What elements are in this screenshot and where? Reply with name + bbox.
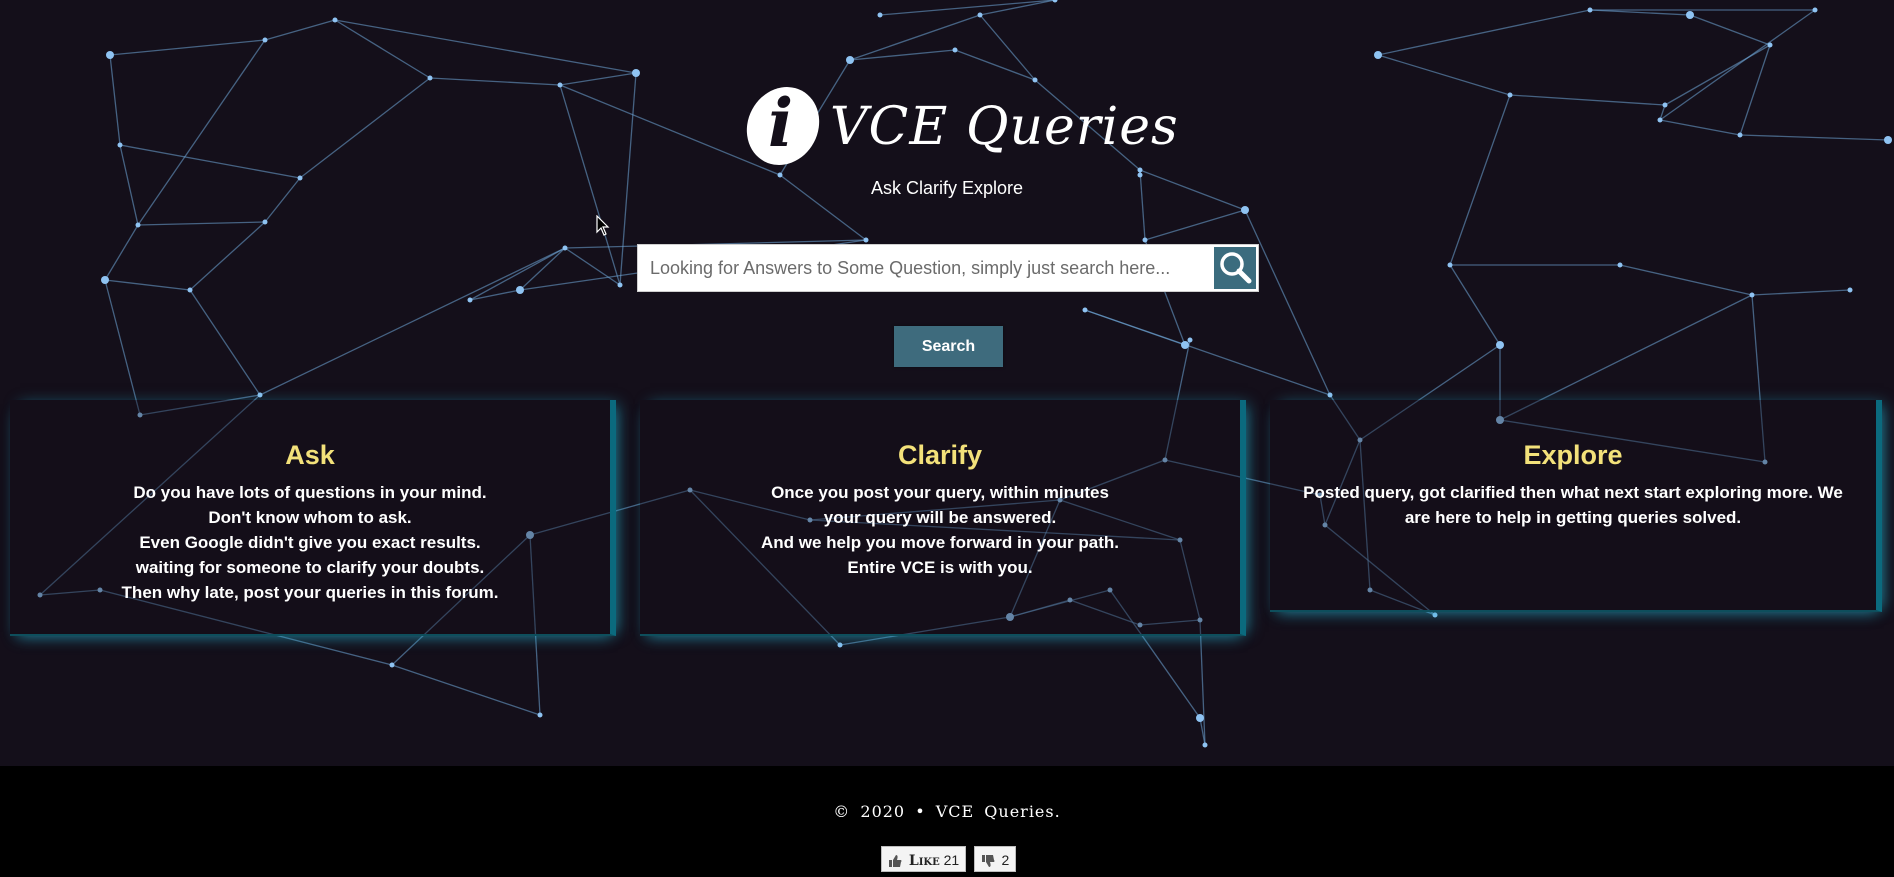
- card-line: Posted query, got clarified then what ne…: [1303, 483, 1843, 527]
- search-icon-button[interactable]: [1214, 247, 1256, 289]
- card-line: waiting for someone to clarify your doub…: [135, 558, 485, 577]
- search-button[interactable]: Search: [894, 326, 1003, 367]
- mouse-cursor-icon: [596, 215, 610, 236]
- card-clarify: Clarify Once you post your query, within…: [640, 400, 1246, 636]
- card-line: Once you post your query, within minutes: [771, 483, 1109, 502]
- card-ask: Ask Do you have lots of questions in you…: [10, 400, 616, 636]
- dislike-button[interactable]: 2: [973, 846, 1017, 872]
- card-line: your query will be answered.: [823, 508, 1057, 527]
- card-explore: Explore Posted query, got clarified then…: [1270, 400, 1882, 612]
- site-title: VCE Queries: [830, 97, 1179, 157]
- thumbs-down-icon: [981, 855, 995, 868]
- card-line: Then why late, post your queries in this…: [121, 583, 499, 602]
- card-title: Clarify: [897, 440, 983, 470]
- like-count: 21: [943, 852, 960, 868]
- search-icon: [1220, 252, 1252, 284]
- search-bar: [637, 244, 1259, 292]
- footer: © 2020 • VCE Queries. Like 21 2: [0, 766, 1894, 877]
- card-line: Even Google didn't give you exact result…: [139, 533, 481, 552]
- card-title: Explore: [1523, 440, 1623, 470]
- site-logo[interactable]: i VCE Queries: [733, 74, 1178, 178]
- card-title: Ask: [285, 440, 335, 470]
- hero-section: i VCE Queries Ask Clarify Explore Search…: [0, 0, 1894, 766]
- card-line: And we help you move forward in your pat…: [761, 533, 1119, 552]
- dislike-count: 2: [1001, 852, 1010, 868]
- logo-letter: i: [768, 84, 794, 162]
- search-input[interactable]: [638, 245, 1214, 291]
- card-body: Once you post your query, within minutes…: [640, 480, 1240, 580]
- copyright-text: © 2020 • VCE Queries.: [833, 802, 1061, 821]
- card-body: Do you have lots of questions in your mi…: [10, 480, 610, 605]
- card-line: Entire VCE is with you.: [847, 558, 1033, 577]
- card-line: Do you have lots of questions in your mi…: [133, 483, 487, 502]
- like-label: Like: [908, 853, 940, 869]
- card-line: Don't know whom to ask.: [208, 508, 412, 527]
- tagline: Ask Clarify Explore: [870, 178, 1024, 198]
- card-body: Posted query, got clarified then what ne…: [1270, 480, 1876, 530]
- thumbs-up-icon: [889, 855, 902, 868]
- like-button[interactable]: Like 21: [881, 846, 967, 872]
- vote-buttons: Like 21 2: [881, 846, 1019, 874]
